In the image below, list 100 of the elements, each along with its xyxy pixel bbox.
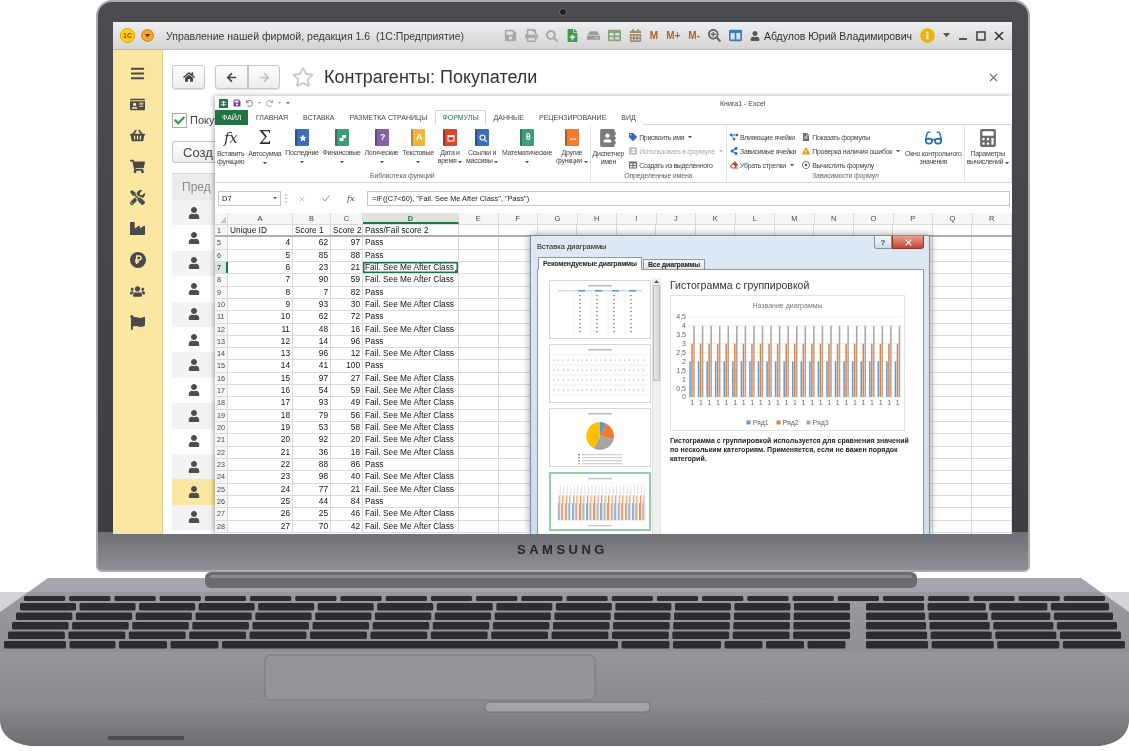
undo-icon[interactable] (246, 99, 253, 107)
filter-label: Поку (190, 114, 215, 126)
caret-icon (789, 163, 794, 167)
table-thumbnail[interactable] (549, 280, 651, 339)
caret-icon (583, 160, 588, 163)
id-card-icon[interactable] (130, 97, 145, 112)
scrollbar[interactable] (652, 278, 661, 534)
person-icon (188, 435, 200, 448)
column-chart-thumbnail[interactable] (549, 472, 651, 531)
close-icon (904, 238, 912, 246)
table-cell: Fail. See Me After Class (363, 274, 459, 286)
save-icon[interactable] (233, 99, 241, 107)
create-button[interactable]: Созд (172, 141, 216, 163)
arrow-left-icon (226, 71, 237, 83)
caret-icon (379, 160, 384, 163)
table-cell: Pass (363, 237, 459, 249)
maximize-icon[interactable] (976, 30, 986, 41)
function-glyph: fx (223, 129, 238, 147)
basket-icon[interactable] (130, 128, 145, 143)
memory-button[interactable]: M- (688, 30, 700, 41)
glasses-icon (924, 129, 942, 147)
menu-icon[interactable] (130, 66, 145, 81)
person-icon (188, 206, 200, 219)
close-icon[interactable] (994, 30, 1004, 41)
person-icon (188, 384, 200, 397)
upload-icon[interactable] (565, 29, 579, 42)
column-header: Пред (172, 173, 216, 200)
list-row[interactable] (172, 200, 216, 226)
back-button[interactable] (215, 65, 248, 89)
caret-icon (299, 160, 304, 163)
function-glyph: Σ (258, 129, 271, 147)
home-icon (182, 71, 195, 83)
scrollbar-thumb[interactable] (653, 285, 660, 381)
list-row[interactable] (172, 403, 216, 429)
list-icon (629, 147, 638, 155)
calculator-icon (979, 129, 996, 147)
spreadsheet-icon[interactable] (219, 98, 228, 108)
list-row[interactable] (172, 301, 216, 327)
function-book-icon: ... (564, 129, 579, 146)
table-cell: Fail. See Me After Class (363, 483, 459, 495)
caret-icon (525, 160, 530, 163)
table-cell: Fail. See Me After Class (363, 397, 459, 409)
help-button[interactable]: ? (874, 236, 892, 249)
memory-button[interactable]: M (649, 30, 659, 41)
person-icon (188, 333, 200, 346)
document-icon (802, 133, 811, 141)
person-icon (188, 308, 200, 321)
table-cell: Fail. See Me After Class (363, 348, 459, 360)
caret-icon (896, 149, 901, 153)
function-book-icon: A (411, 129, 426, 146)
table-cell: Fail. See Me After Class (363, 385, 459, 397)
factory-icon[interactable] (130, 221, 145, 236)
calendar-icon[interactable] (628, 29, 642, 42)
close-button[interactable] (892, 236, 924, 249)
list-row[interactable] (172, 479, 216, 505)
menu-caret-icon[interactable] (141, 29, 154, 42)
table-cell: Fail. See Me After Class (363, 520, 459, 532)
caret-icon (688, 135, 693, 139)
diagram-icon (729, 133, 738, 141)
line-chart-thumbnail[interactable] (549, 344, 651, 403)
caret-icon (258, 102, 261, 104)
memory-button[interactable]: M+ (666, 30, 681, 41)
brand-logo: SAMSUNG (517, 543, 608, 557)
caret-icon (943, 33, 950, 38)
person-icon (188, 282, 200, 295)
table-icon (629, 161, 638, 169)
star-icon[interactable] (292, 66, 314, 88)
person-icon (188, 409, 200, 422)
user-name[interactable]: Абдулов Юрий Владимирович (764, 29, 912, 42)
columns-icon[interactable] (729, 29, 742, 42)
pie-chart-thumbnail[interactable] (549, 408, 651, 467)
table-cell: Score 1 (293, 225, 331, 236)
enter-check-icon[interactable] (322, 195, 331, 202)
list-row[interactable] (172, 352, 216, 378)
users-icon[interactable] (130, 284, 145, 299)
person-icon (188, 511, 200, 524)
webcam-icon (558, 8, 567, 16)
flag-icon[interactable] (130, 315, 145, 330)
warning-icon (802, 147, 811, 155)
function-book-icon: θ (520, 129, 535, 146)
tools-icon[interactable] (130, 190, 145, 205)
check-icon (174, 114, 185, 126)
table-cell: Fail. See Me After Class (363, 471, 459, 483)
list-row[interactable] (172, 504, 216, 531)
cart-icon[interactable] (130, 159, 145, 174)
table-cell: Fail. See Me After Class (363, 323, 459, 335)
insert-function-button[interactable]: fx (347, 194, 355, 203)
list-row[interactable] (172, 250, 216, 277)
table-cell: Unique ID (228, 225, 293, 236)
eraser-icon (729, 161, 738, 169)
list-row[interactable] (172, 453, 216, 480)
zoom-in-icon[interactable] (708, 29, 721, 42)
function-book-icon: ? (374, 129, 389, 146)
home-button[interactable] (172, 65, 205, 89)
checkbox[interactable] (172, 112, 187, 128)
close-icon[interactable] (989, 72, 998, 82)
table-cell: Pass (363, 360, 459, 372)
arrow-right-icon (258, 71, 270, 83)
ruble-coin-icon[interactable] (129, 252, 146, 268)
person-icon (188, 257, 200, 270)
